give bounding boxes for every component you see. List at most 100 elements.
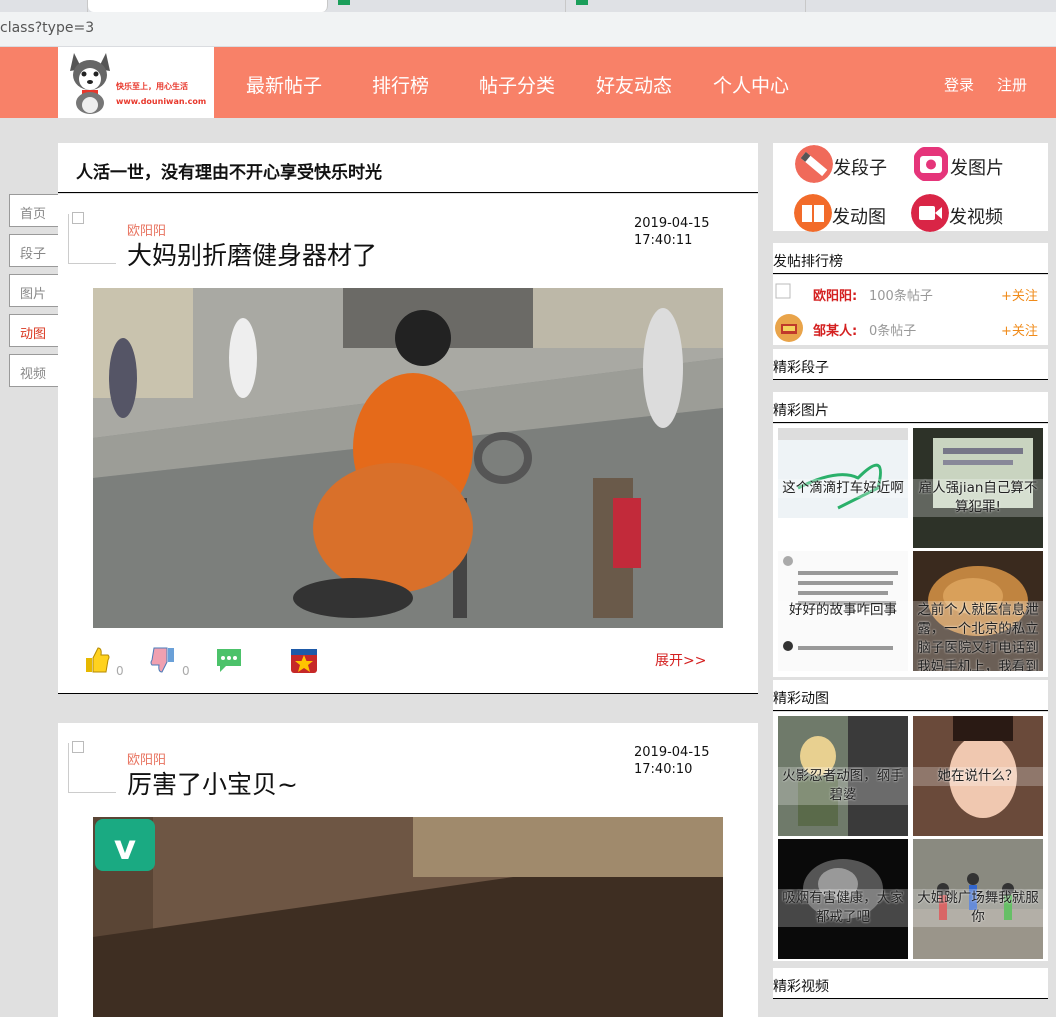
gif-thumb-caption: 大姐跳广场舞我就服你 — [913, 889, 1043, 927]
publish-joke-label: 发段子 — [833, 158, 887, 179]
section-title-jokes[interactable]: 精彩段子 — [773, 357, 829, 377]
top-navbar: 快乐至上，用心生活 www.douniwan.com 最新帖子 排行榜 帖子分类… — [0, 47, 1056, 118]
user-avatar-icon[interactable] — [775, 314, 803, 342]
camera-icon — [914, 147, 948, 181]
pencil-icon — [795, 145, 833, 183]
publish-image-label: 发图片 — [950, 158, 1004, 179]
logo-slogan: 快乐至上，用心生活 — [116, 82, 188, 91]
ranking-user-name[interactable]: 欧阳阳: — [813, 285, 857, 304]
broken-image-icon — [72, 212, 84, 224]
feed-headline: 人活一世，没有理由不开心享受快乐时光 — [58, 143, 758, 193]
comment-icon[interactable] — [214, 646, 244, 674]
browser-tab[interactable] — [0, 0, 88, 12]
ranking-user-name[interactable]: 邹某人: — [813, 320, 857, 339]
sidemenu-item-videos[interactable]: 视频 — [9, 354, 59, 387]
husky-dog-icon — [70, 53, 110, 114]
post-date: 2019-04-15 — [634, 216, 710, 231]
post-time: 17:40:11 — [634, 233, 693, 248]
publish-gif-button[interactable]: 发动图 — [794, 194, 894, 234]
publish-panel: 发段子 发图片 发动图 发视频 — [773, 143, 1048, 234]
like-count: 0 — [116, 664, 124, 678]
dark-room-gif: v — [93, 817, 723, 1017]
video-camera-icon — [911, 194, 949, 232]
browser-tab-active[interactable] — [88, 0, 328, 12]
post-gif-image[interactable]: v — [93, 817, 723, 1017]
image-thumb-caption: 这个滴滴打车好近啊 — [778, 479, 908, 498]
svg-text:v: v — [114, 828, 136, 868]
section-header-images: 精彩图片 — [773, 392, 1048, 423]
gif-grid: 火影忍者动图，纲手碧婆 她在说什么？ 吸烟有害健康，大家都戒了吧 大姐跳广场舞我… — [773, 712, 1048, 961]
sidemenu-item-images[interactable]: 图片 — [9, 274, 59, 307]
broken-image-icon — [72, 741, 84, 753]
thumbs-down-icon[interactable] — [150, 646, 176, 674]
section-header-jokes: 精彩段子 — [773, 349, 1048, 380]
post-gif-image[interactable] — [93, 288, 723, 628]
publish-video-button[interactable]: 发视频 — [911, 194, 1011, 234]
post-title[interactable]: 厉害了小宝贝~ — [127, 765, 298, 801]
logo-url: www.douniwan.com — [116, 97, 207, 106]
gif-thumb-caption: 吸烟有害健康，大家都戒了吧 — [778, 889, 908, 927]
image-thumb-caption: 之前个人就医信息泄露，一个北京的私立脑子医院又打电话到我妈手机上，我看到 — [913, 601, 1043, 671]
gif-thumb[interactable]: 她在说什么？ — [913, 716, 1043, 836]
ranking-title: 发帖排行榜 — [773, 254, 843, 270]
author-avatar[interactable] — [68, 212, 116, 264]
image-thumb-caption: 好好的故事咋回事 — [778, 601, 908, 620]
section-title-gifs[interactable]: 精彩动图 — [773, 688, 829, 708]
section-header-gifs: 精彩动图 — [773, 680, 1048, 711]
post-time: 17:40:10 — [634, 762, 693, 777]
post-timestamp: 2019-04-15 17:40:11 — [634, 215, 724, 249]
headline-text: 人活一世，没有理由不开心享受快乐时光 — [76, 163, 382, 183]
expand-link[interactable]: 展开>> — [655, 650, 706, 670]
image-thumb[interactable]: 这个滴滴打车好近啊 — [778, 428, 908, 548]
login-link[interactable]: 登录 — [944, 74, 974, 95]
browser-tab[interactable] — [328, 0, 566, 12]
nav-friend-updates[interactable]: 好友动态 — [596, 71, 672, 98]
sidemenu-item-jokes[interactable]: 段子 — [9, 234, 59, 267]
broken-image-icon[interactable] — [775, 279, 803, 307]
gif-thumb[interactable]: 火影忍者动图，纲手碧婆 — [778, 716, 908, 836]
image-thumb-caption: 雇人强jian自己算不算犯罪! — [913, 479, 1043, 517]
section-title-videos[interactable]: 精彩视频 — [773, 976, 829, 996]
register-link[interactable]: 注册 — [997, 74, 1027, 95]
favorite-star-icon[interactable] — [289, 646, 319, 674]
dislike-count: 0 — [182, 664, 190, 678]
follow-button[interactable]: +关注 — [1001, 320, 1038, 339]
ranking-row: 邹某人: 0条帖子 +关注 — [773, 310, 1048, 345]
sidemenu-item-home[interactable]: 首页 — [9, 194, 59, 227]
image-grid: 这个滴滴打车好近啊 雇人强jian自己算不算犯罪! 好好的故事咋回事 之前个人就… — [773, 424, 1048, 677]
image-thumb[interactable]: 雇人强jian自己算不算犯罪! — [913, 428, 1043, 548]
follow-button[interactable]: +关注 — [1001, 285, 1038, 304]
ranking-row: 欧阳阳: 100条帖子 +关注 — [773, 275, 1048, 310]
post-date: 2019-04-15 — [634, 745, 710, 760]
right-sidebar: 发段子 发图片 发动图 发视频 发帖排行榜 欧阳阳: 100条帖子 +关注 邹某… — [773, 143, 1048, 1017]
post-timestamp: 2019-04-15 17:40:10 — [634, 744, 724, 778]
sidemenu-item-gifs[interactable]: 动图 — [9, 314, 59, 347]
gif-thumb-caption: 火影忍者动图，纲手碧婆 — [778, 767, 908, 805]
gif-thumb[interactable]: 吸烟有害健康，大家都戒了吧 — [778, 839, 908, 959]
post-title[interactable]: 大妈别折磨健身器材了 — [127, 236, 377, 272]
image-thumb[interactable]: 之前个人就医信息泄露，一个北京的私立脑子医院又打电话到我妈手机上，我看到 — [913, 551, 1043, 671]
post-card: 欧阳阳 大妈别折磨健身器材了 2019-04-15 17:40:11 0 0 展… — [58, 194, 758, 694]
ranking-post-count: 100条帖子 — [869, 289, 933, 304]
gif-thumb-caption: 她在说什么？ — [913, 767, 1043, 786]
browser-tab-strip — [0, 0, 1056, 12]
gif-thumb[interactable]: 大姐跳广场舞我就服你 — [913, 839, 1043, 959]
site-logo[interactable]: 快乐至上，用心生活 www.douniwan.com — [58, 47, 214, 118]
nav-post-categories[interactable]: 帖子分类 — [479, 71, 555, 98]
publish-joke-button[interactable]: 发段子 — [795, 145, 890, 185]
address-url[interactable]: class?type=3 — [0, 20, 94, 36]
browser-tab[interactable] — [566, 0, 806, 12]
post-card: 欧阳阳 厉害了小宝贝~ 2019-04-15 17:40:10 v — [58, 723, 758, 1017]
nav-ranking[interactable]: 排行榜 — [372, 71, 429, 98]
publish-image-button[interactable]: 发图片 — [912, 145, 1012, 185]
nav-latest-posts[interactable]: 最新帖子 — [246, 71, 322, 98]
nav-personal-center[interactable]: 个人中心 — [713, 71, 789, 98]
address-bar[interactable]: class?type=3 — [0, 12, 1056, 47]
publish-gif-label: 发动图 — [832, 207, 886, 228]
thumbs-up-icon[interactable] — [84, 646, 110, 674]
tab-favicon-icon — [338, 0, 350, 5]
ranking-header: 发帖排行榜 — [773, 243, 1048, 274]
author-avatar[interactable] — [68, 741, 116, 793]
section-title-images[interactable]: 精彩图片 — [773, 400, 829, 420]
image-thumb[interactable]: 好好的故事咋回事 — [778, 551, 908, 671]
